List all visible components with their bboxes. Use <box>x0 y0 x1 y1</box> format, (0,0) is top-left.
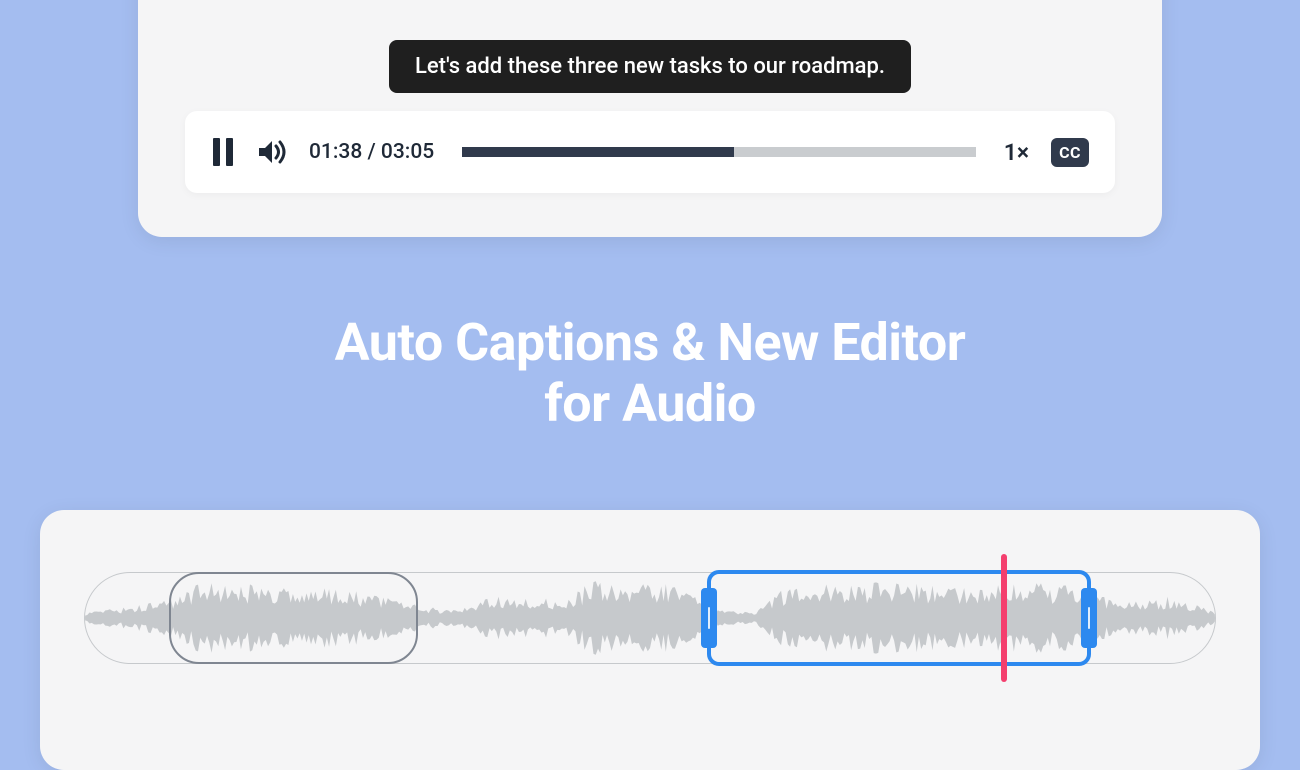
caption-player-card: Let's add these three new tasks to our r… <box>138 0 1162 237</box>
page-headline: Auto Captions & New Editor for Audio <box>0 312 1300 435</box>
cc-toggle[interactable]: CC <box>1051 138 1089 167</box>
current-time: 01:38 <box>309 140 362 164</box>
caption-bubble: Let's add these three new tasks to our r… <box>389 40 911 93</box>
inactive-region[interactable] <box>169 572 418 664</box>
waveform-editor-card <box>40 510 1260 770</box>
playhead[interactable] <box>1001 554 1007 682</box>
selection-handle-left[interactable] <box>701 588 717 648</box>
volume-icon <box>257 138 287 166</box>
total-time: 03:05 <box>381 140 434 164</box>
volume-button[interactable] <box>257 138 287 166</box>
selection-handle-right[interactable] <box>1081 588 1097 648</box>
progress-fill <box>462 147 734 157</box>
time-separator: / <box>362 140 381 164</box>
pause-icon <box>211 138 235 166</box>
headline-line-1: Auto Captions & New Editor <box>0 312 1300 373</box>
headline-line-2: for Audio <box>0 373 1300 434</box>
pause-button[interactable] <box>211 138 235 166</box>
playback-speed[interactable]: 1× <box>1004 139 1029 166</box>
audio-player-bar: 01:38 / 03:05 1× CC <box>185 111 1115 193</box>
progress-bar[interactable] <box>462 147 976 157</box>
waveform-container <box>84 572 1216 664</box>
time-display: 01:38 / 03:05 <box>309 140 434 164</box>
selection-region[interactable] <box>707 570 1092 666</box>
